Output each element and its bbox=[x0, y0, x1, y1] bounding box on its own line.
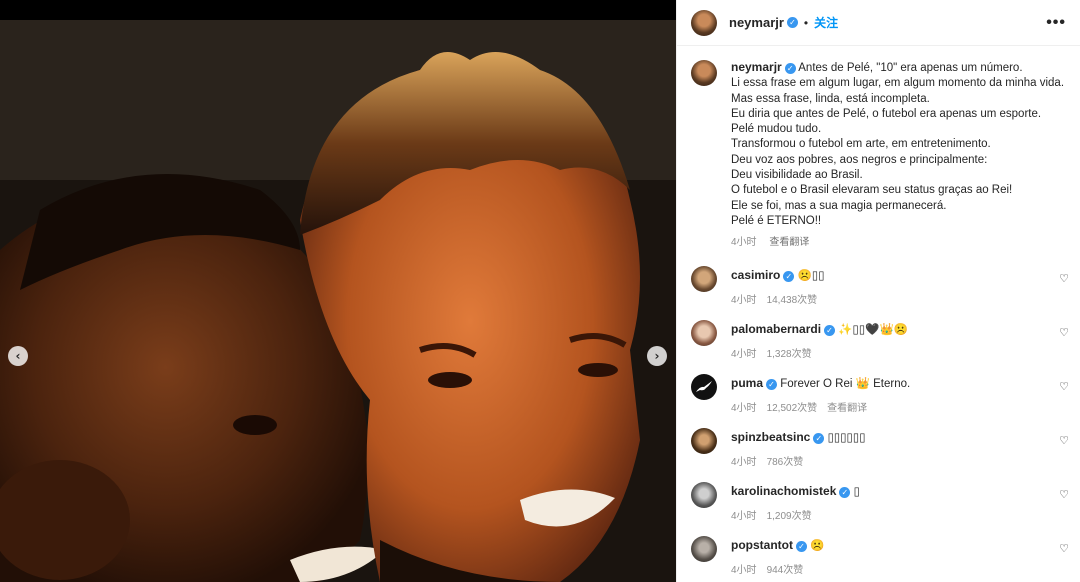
caption-line: Pelé mudou tudo. bbox=[731, 123, 822, 136]
caption-line: Deu visibilidade ao Brasil. bbox=[731, 169, 863, 182]
caption-line: Transformou o futebol em arte, em entret… bbox=[731, 138, 991, 151]
like-heart-icon[interactable]: ♡ bbox=[1059, 488, 1069, 501]
comment-text: ✨▯▯🖤👑☹️ bbox=[838, 324, 909, 336]
post-header: neymarjr ✓ • 关注 ••• bbox=[677, 0, 1080, 46]
caption-username[interactable]: neymarjr bbox=[731, 60, 782, 74]
caption-line: Ele se foi, mas a sua magia permanecerá. bbox=[731, 199, 947, 212]
comment-time: 4小时 bbox=[731, 295, 757, 306]
verified-badge-icon: ✓ bbox=[783, 271, 795, 282]
author-username[interactable]: neymarjr bbox=[729, 15, 784, 30]
caption-line: Eu diria que antes de Pelé, o futebol er… bbox=[731, 107, 1042, 120]
comment-likes[interactable]: 12,502次赞 bbox=[767, 403, 818, 414]
comment-time: 4小时 bbox=[731, 349, 757, 360]
follow-button[interactable]: 关注 bbox=[814, 14, 838, 31]
comment-item: popstantot ✓ ☹️ 4小时 944次赞 ♡ bbox=[677, 532, 1080, 582]
like-heart-icon[interactable]: ♡ bbox=[1059, 434, 1069, 447]
comment-username[interactable]: puma bbox=[731, 376, 763, 390]
caption-body: neymarjr ✓ Antes de Pelé, "10" era apenas… bbox=[731, 60, 1064, 251]
verified-badge-icon: ✓ bbox=[813, 433, 825, 444]
author-avatar[interactable] bbox=[691, 9, 717, 36]
verified-badge-icon: ✓ bbox=[786, 17, 798, 28]
comment-time: 4小时 bbox=[731, 403, 757, 414]
like-heart-icon[interactable]: ♡ bbox=[1059, 542, 1069, 555]
comment-item: karolinachomistek ✓ ▯ 4小时 1,209次赞 ♡ bbox=[677, 478, 1080, 532]
comment-username[interactable]: palomabernardi bbox=[731, 322, 821, 336]
caption-line: Mas essa frase, linda, está incompleta. bbox=[731, 92, 930, 105]
caption-time: 4小时 bbox=[731, 237, 757, 249]
puma-logo-icon bbox=[696, 381, 712, 392]
comment-time: 4小时 bbox=[731, 457, 757, 468]
comment-username[interactable]: spinzbeatsinc bbox=[731, 430, 810, 444]
next-photo-button[interactable]: › bbox=[647, 346, 667, 366]
commenter-avatar[interactable] bbox=[691, 428, 717, 454]
verified-badge-icon: ✓ bbox=[796, 541, 807, 552]
post-media: ‹ › bbox=[0, 0, 676, 582]
commenter-avatar[interactable] bbox=[691, 536, 717, 562]
caption-line: Antes de Pelé, "10" era apenas um número… bbox=[798, 62, 1023, 74]
post-photo bbox=[0, 20, 676, 582]
comment-time: 4小时 bbox=[731, 565, 757, 576]
separator-dot: • bbox=[803, 15, 809, 30]
comment-text: ☹️▯▯ bbox=[797, 270, 825, 282]
post-side-panel: neymarjr ✓ • 关注 ••• neymarjr ✓ Antes de P… bbox=[676, 0, 1080, 582]
comment-item: puma ✓ Forever O Rei 👑 Eterno. 4小时 12,502次… bbox=[677, 370, 1080, 424]
comment-username[interactable]: casimiro bbox=[731, 268, 780, 282]
translate-link[interactable]: 查看翻译 bbox=[769, 237, 809, 248]
comment-text: Forever O Rei 👑 Eterno. bbox=[780, 378, 911, 390]
comment-item: spinzbeatsinc ✓ ▯▯▯▯▯▯ 4小时 786次赞 ♡ bbox=[677, 424, 1080, 478]
post-caption: neymarjr ✓ Antes de Pelé, "10" era apenas… bbox=[677, 46, 1080, 251]
commenter-avatar[interactable] bbox=[691, 482, 717, 508]
comment-likes[interactable]: 1,209次赞 bbox=[767, 511, 812, 522]
commenter-avatar[interactable] bbox=[691, 374, 717, 400]
commenter-avatar[interactable] bbox=[691, 320, 717, 346]
comment-text: ▯▯▯▯▯▯ bbox=[827, 432, 866, 444]
comment-text: ▯ bbox=[853, 486, 860, 498]
translate-link[interactable]: 查看翻译 bbox=[827, 403, 867, 414]
verified-badge-icon: ✓ bbox=[839, 487, 851, 498]
photo-illustration bbox=[0, 20, 676, 582]
previous-photo-button[interactable]: ‹ bbox=[8, 346, 28, 366]
comment-likes[interactable]: 1,328次赞 bbox=[767, 349, 812, 360]
caption-line: Li essa frase em algum lugar, em algum m… bbox=[731, 77, 1065, 90]
comment-list: casimiro ✓ ☹️▯▯ 4小时 14,438次赞 ♡ palomaberna… bbox=[677, 262, 1080, 582]
comment-likes[interactable]: 14,438次赞 bbox=[767, 295, 818, 306]
comment-likes[interactable]: 786次赞 bbox=[767, 457, 804, 468]
verified-badge-icon: ✓ bbox=[784, 63, 796, 74]
caption-line: Deu voz aos pobres, aos negros e princip… bbox=[731, 153, 988, 166]
commenter-avatar[interactable] bbox=[691, 266, 717, 292]
like-heart-icon[interactable]: ♡ bbox=[1059, 272, 1069, 285]
caption-author-avatar[interactable] bbox=[691, 60, 717, 86]
verified-badge-icon: ✓ bbox=[766, 379, 778, 390]
verified-badge-icon: ✓ bbox=[824, 325, 836, 336]
like-heart-icon[interactable]: ♡ bbox=[1059, 380, 1069, 393]
caption-line: Pelé é ETERNO!! bbox=[731, 214, 822, 227]
comment-username[interactable]: karolinachomistek bbox=[731, 484, 836, 498]
caption-line: O futebol e o Brasil elevaram seu status… bbox=[731, 184, 1013, 197]
comment-item: palomabernardi ✓ ✨▯▯🖤👑☹️ 4小时 1,328次赞 ♡ bbox=[677, 316, 1080, 370]
comment-item: casimiro ✓ ☹️▯▯ 4小时 14,438次赞 ♡ bbox=[677, 262, 1080, 316]
chevron-right-icon: › bbox=[654, 349, 660, 363]
comment-text: ☹️ bbox=[810, 540, 825, 552]
chevron-left-icon: ‹ bbox=[15, 349, 21, 363]
comment-username[interactable]: popstantot bbox=[731, 538, 793, 552]
more-options-icon[interactable]: ••• bbox=[1046, 14, 1066, 32]
caption-meta: 4小时 查看翻译 bbox=[731, 235, 1064, 250]
comment-likes[interactable]: 944次赞 bbox=[767, 565, 804, 576]
comment-time: 4小时 bbox=[731, 511, 757, 522]
like-heart-icon[interactable]: ♡ bbox=[1059, 326, 1069, 339]
